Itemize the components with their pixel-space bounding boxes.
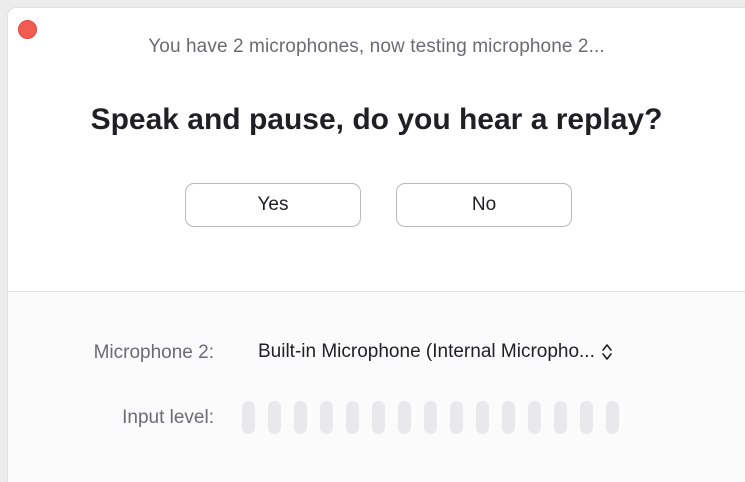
input-level-segment [398, 401, 411, 434]
input-level-segment [528, 401, 541, 434]
status-text: You have 2 microphones, now testing micr… [148, 36, 605, 57]
input-level-segment [268, 401, 281, 434]
input-level-segment [554, 401, 567, 434]
microphone-select-value: Built-in Microphone (Internal Micropho..… [258, 341, 595, 362]
updown-chevron-icon [602, 344, 612, 360]
input-level-meter [242, 401, 619, 434]
input-level-segment [372, 401, 385, 434]
input-level-label: Input level: [122, 407, 214, 428]
no-button[interactable]: No [396, 183, 572, 227]
input-level-segment [294, 401, 307, 434]
input-level-segment [476, 401, 489, 434]
input-level-segment [450, 401, 463, 434]
input-level-segment [606, 401, 619, 434]
yes-button[interactable]: Yes [185, 183, 361, 227]
input-level-segment [346, 401, 359, 434]
input-level-segment [424, 401, 437, 434]
settings-panel [8, 292, 745, 482]
input-level-segment [242, 401, 255, 434]
microphone-label: Microphone 2: [93, 342, 214, 363]
input-level-segment [502, 401, 515, 434]
question-heading: Speak and pause, do you hear a replay? [90, 103, 663, 136]
input-level-segment [580, 401, 593, 434]
microphone-select[interactable]: Built-in Microphone (Internal Micropho..… [258, 341, 613, 363]
input-level-segment [320, 401, 333, 434]
